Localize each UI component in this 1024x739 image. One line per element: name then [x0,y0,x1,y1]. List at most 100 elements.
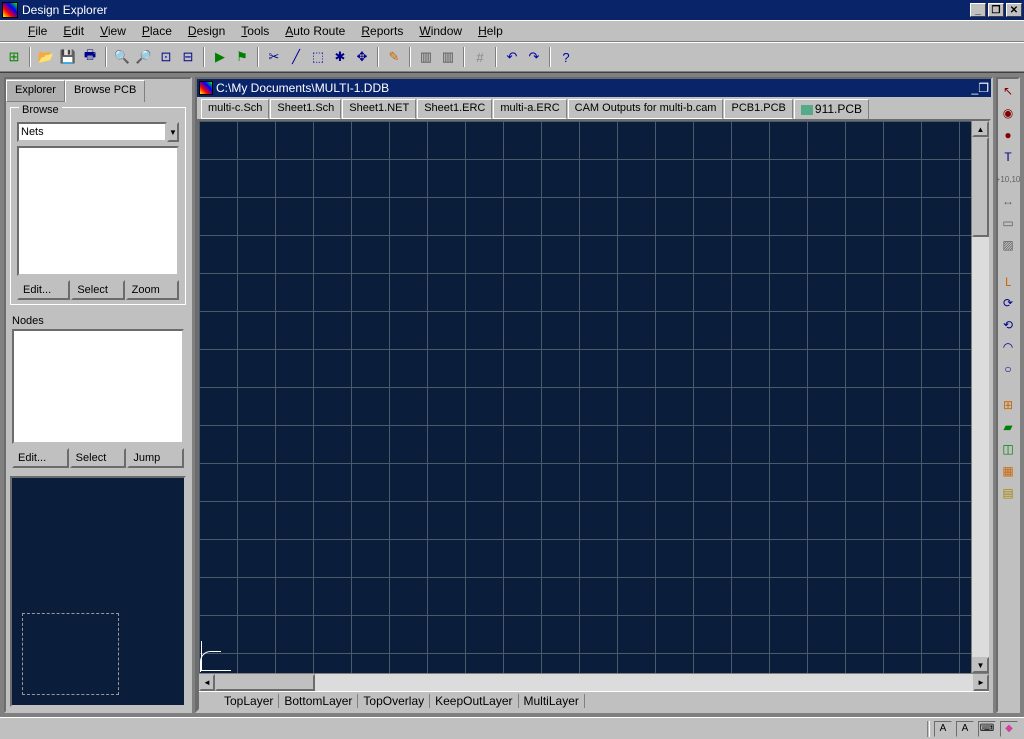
maximize-button[interactable]: ❐ [988,3,1004,17]
tree-icon[interactable]: ⊞ [4,47,24,67]
open-icon[interactable]: 📂 [36,47,56,67]
fill-icon[interactable]: ▨ [999,237,1017,253]
scroll-up-icon[interactable]: ▲ [972,121,989,137]
help-icon[interactable]: ? [556,47,576,67]
snap-icon[interactable]: ✱ [330,47,350,67]
layer-top[interactable]: TopLayer [219,694,279,708]
doctab-3[interactable]: Sheet1.ERC [417,99,492,119]
doc-restore-button[interactable]: ❐ [978,81,989,95]
zoom-area-icon[interactable]: ⊟ [178,47,198,67]
circle-icon[interactable]: ○ [999,361,1017,377]
minimize-button[interactable]: _ [970,3,986,17]
jump-button[interactable]: Jump [127,448,184,468]
pad-icon[interactable]: ● [999,127,1017,143]
status-a1[interactable]: A [934,721,952,737]
layer-bottom[interactable]: BottomLayer [279,694,358,708]
menu-design[interactable]: Design [180,22,233,40]
redo-icon[interactable]: ↷ [524,47,544,67]
coord-icon[interactable]: +10,10 [999,171,1017,187]
doctab-4[interactable]: multi-a.ERC [493,99,566,119]
cut-icon[interactable]: ✂ [264,47,284,67]
document-panel: C:\My Documents\MULTI-1.DDB _ ❐ multi-c.… [195,77,993,713]
scroll-left-icon[interactable]: ◄ [199,674,215,691]
book-icon[interactable]: ◆ [1000,721,1018,737]
highlight-icon[interactable]: ✎ [384,47,404,67]
select-button-2[interactable]: Select [70,448,127,468]
nets-listbox[interactable] [17,146,179,276]
close-button[interactable]: ✕ [1006,3,1022,17]
menu-file[interactable]: File [20,22,55,40]
doctab-6[interactable]: PCB1.PCB [724,99,792,119]
pcb-canvas[interactable] [199,121,971,673]
select-button-1[interactable]: Select [71,280,124,300]
layer-keepout[interactable]: KeepOutLayer [430,694,518,708]
array-icon[interactable]: ▦ [999,463,1017,479]
toolbar: ⊞ 📂 💾 🖶 🔍 🔎 ⊡ ⊟ ▶ ⚑ ✂ ╱ ⬚ ✱ ✥ ✎ ▥ ▥ # ↶ … [0,42,1024,72]
nodes-listbox[interactable] [12,329,184,444]
keyboard-icon[interactable]: ⌨ [978,721,996,737]
polygon-icon[interactable]: ▰ [999,419,1017,435]
browse-group-title: Browse [19,104,62,116]
browse-combo-input[interactable] [17,122,167,142]
zoom-in-icon[interactable]: 🔍 [112,47,132,67]
status-a2[interactable]: A [956,721,974,737]
doc-minimize-button[interactable]: _ [972,81,979,95]
zoom-out-icon[interactable]: 🔎 [134,47,154,67]
menu-reports[interactable]: Reports [353,22,411,40]
doctab-1[interactable]: Sheet1.Sch [270,99,341,119]
minimap[interactable] [10,476,186,707]
menu-view[interactable]: View [92,22,134,40]
select-rect-icon[interactable]: ⬚ [308,47,328,67]
browse-combo[interactable]: ▼ [17,122,177,142]
run-icon[interactable]: ▶ [210,47,230,67]
zoom-fit-icon[interactable]: ⊡ [156,47,176,67]
save-icon[interactable]: 💾 [58,47,78,67]
doctab-2[interactable]: Sheet1.NET [342,99,416,119]
menu-autoroute[interactable]: Auto Route [277,22,353,40]
canvas-wrap: ▲ ▼ ◄ ► TopLayer BottomLayer TopOverlay … [197,119,991,711]
v-scroll-thumb[interactable] [972,137,989,237]
edit-button-1[interactable]: Edit... [17,280,70,300]
book1-icon[interactable]: ▥ [416,47,436,67]
tab-browse-pcb[interactable]: Browse PCB [65,80,145,102]
text-icon[interactable]: T [999,149,1017,165]
scroll-down-icon[interactable]: ▼ [972,657,989,673]
room-icon[interactable]: ▤ [999,485,1017,501]
grid-icon[interactable]: # [470,47,490,67]
menu-place[interactable]: Place [134,22,180,40]
book2-icon[interactable]: ▥ [438,47,458,67]
component-icon[interactable]: ⊞ [999,397,1017,413]
scroll-right-icon[interactable]: ► [973,674,989,691]
vertical-scrollbar[interactable]: ▲ ▼ [971,121,989,673]
doctab-7[interactable]: 911.PCB [794,99,869,119]
menu-window[interactable]: Window [411,22,470,40]
horizontal-scrollbar[interactable]: ◄ ► [199,673,989,691]
menu-tools[interactable]: Tools [233,22,277,40]
h-scroll-thumb[interactable] [215,674,315,691]
menu-help[interactable]: Help [470,22,511,40]
arc-center-icon[interactable]: ◠ [999,339,1017,355]
undo-icon[interactable]: ↶ [502,47,522,67]
split-icon[interactable]: ◫ [999,441,1017,457]
arc-ccw-icon[interactable]: ⟲ [999,317,1017,333]
zoom-button[interactable]: Zoom [126,280,179,300]
rect-icon[interactable]: ▭ [999,215,1017,231]
statusbar: A A ⌨ ◆ [0,717,1024,739]
trace-icon[interactable]: Ⳑ [999,273,1017,289]
flag-icon[interactable]: ⚑ [232,47,252,67]
edit-button-2[interactable]: Edit... [12,448,69,468]
arc-cw-icon[interactable]: ⟳ [999,295,1017,311]
print-icon[interactable]: 🖶 [80,47,100,67]
doctab-5[interactable]: CAM Outputs for multi-b.cam [568,99,724,119]
dimension-icon[interactable]: ↔ [999,193,1017,209]
combo-drop-icon[interactable]: ▼ [167,122,179,142]
layer-overlay[interactable]: TopOverlay [358,694,430,708]
layer-multi[interactable]: MultiLayer [519,694,585,708]
via-icon[interactable]: ◉ [999,105,1017,121]
move-icon[interactable]: ✥ [352,47,372,67]
tab-explorer[interactable]: Explorer [6,80,65,102]
menu-edit[interactable]: Edit [55,22,92,40]
line-icon[interactable]: ╱ [286,47,306,67]
doctab-0[interactable]: multi-c.Sch [201,99,269,119]
cursor-icon[interactable]: ↖ [999,83,1017,99]
